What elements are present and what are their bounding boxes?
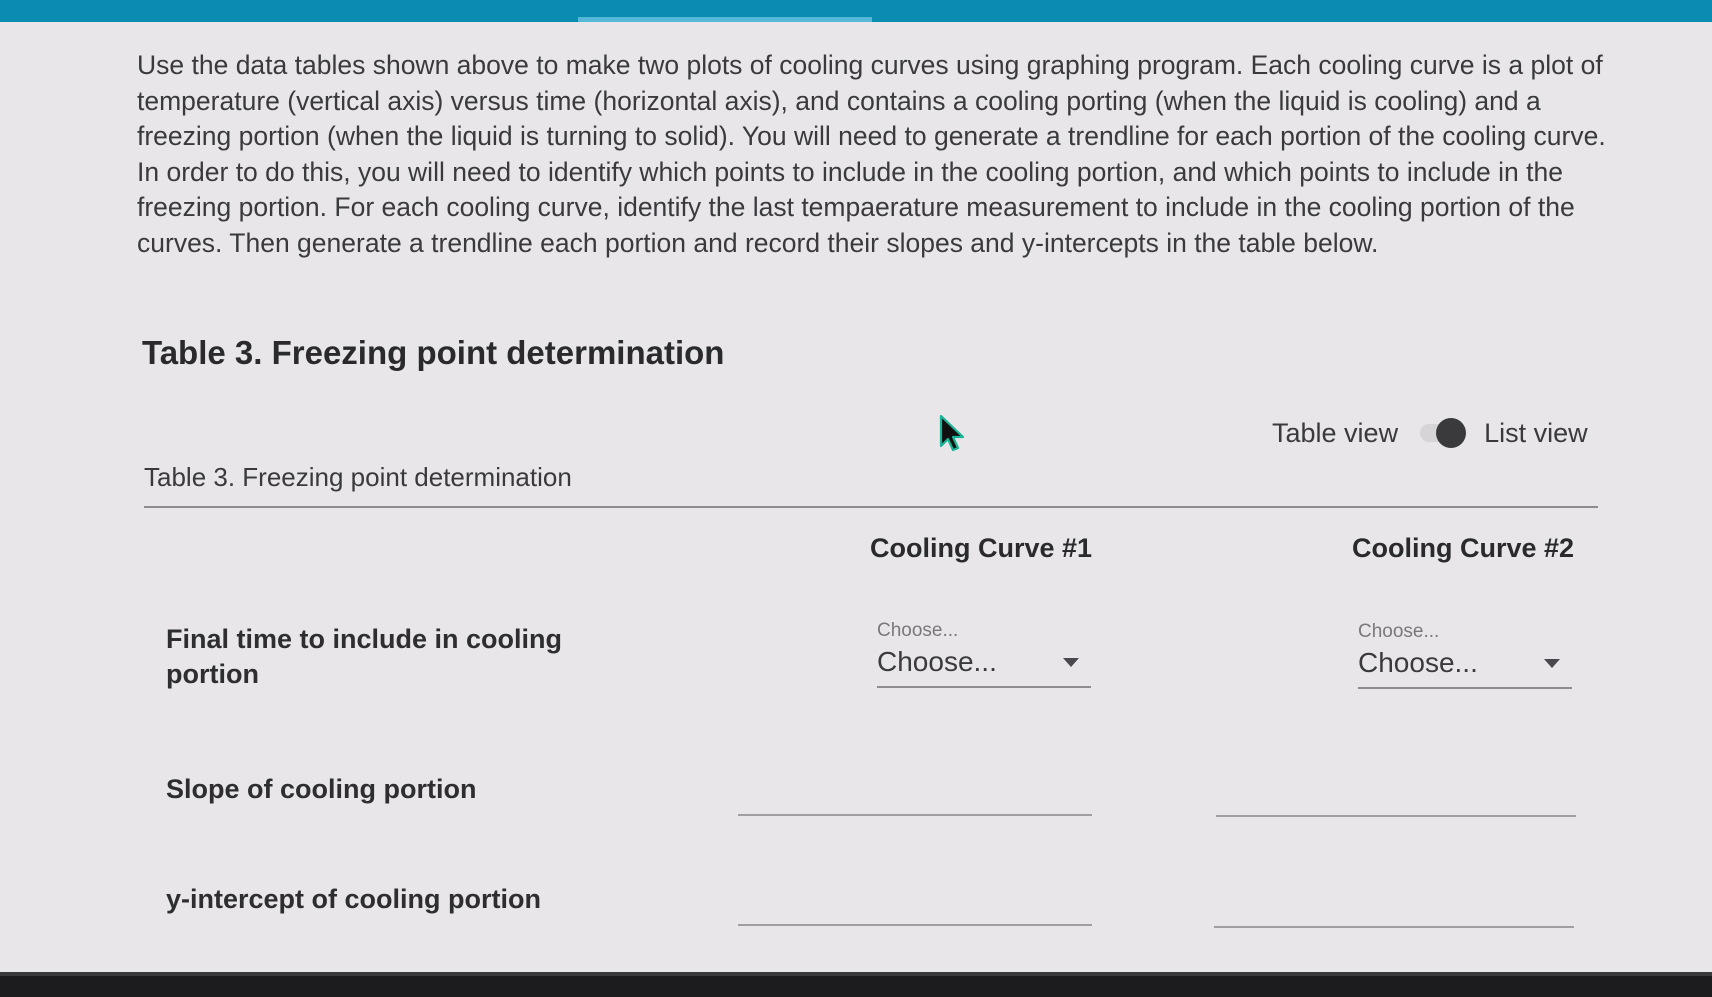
mouse-pointer-icon xyxy=(939,414,965,452)
instructions-text: Use the data tables shown above to make … xyxy=(137,50,1606,258)
top-header-bar xyxy=(0,0,1712,22)
list-view-label[interactable]: List view xyxy=(1484,418,1588,449)
toggle-knob xyxy=(1436,418,1467,448)
row-label-y-intercept: y-intercept of cooling portion xyxy=(166,884,541,914)
dropdown-caret-icon xyxy=(1063,658,1079,667)
select-floating-label: Choose... xyxy=(877,620,959,641)
final-time-select-curve-1[interactable]: Choose... Choose... xyxy=(877,620,1091,688)
y-intercept-input-curve-2[interactable] xyxy=(1214,890,1574,928)
column-header-curve-1: Cooling Curve #1 xyxy=(870,533,1093,563)
table-caption: Table 3. Freezing point determination xyxy=(144,462,572,492)
row-label-final-time: Final time to include in cooling portion xyxy=(166,624,563,689)
slope-input-curve-2[interactable] xyxy=(1216,779,1576,817)
select-floating-label: Choose... xyxy=(1358,621,1440,642)
screen-bezel xyxy=(0,972,1712,997)
dropdown-caret-icon xyxy=(1544,659,1560,668)
select-value: Choose... xyxy=(877,646,997,677)
slope-input-curve-1[interactable] xyxy=(738,778,1092,816)
final-time-select-curve-2[interactable]: Choose... Choose... xyxy=(1358,621,1572,689)
table-heading: Table 3. Freezing point determination xyxy=(142,334,725,371)
y-intercept-input-curve-1[interactable] xyxy=(738,888,1092,926)
table-view-label[interactable]: Table view xyxy=(1272,418,1398,449)
view-toggle: Table view List view xyxy=(1272,413,1588,453)
bezel-edge xyxy=(0,972,1712,976)
row-label-slope: Slope of cooling portion xyxy=(166,774,477,804)
column-header-curve-2: Cooling Curve #2 xyxy=(1352,533,1575,563)
select-value: Choose... xyxy=(1358,647,1478,678)
view-toggle-switch[interactable] xyxy=(1412,418,1470,448)
caption-divider xyxy=(144,506,1598,508)
